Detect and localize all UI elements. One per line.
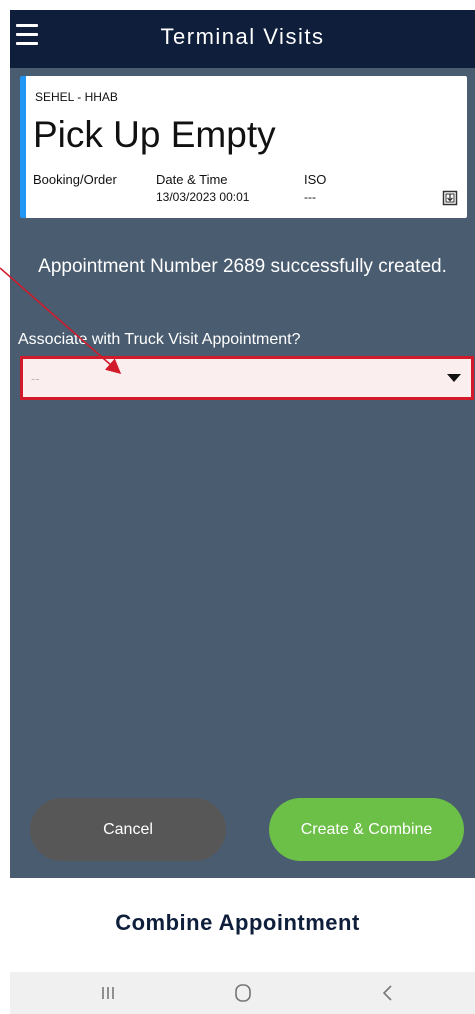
card-heading: Pick Up Empty [33,114,276,155]
export-icon[interactable] [442,190,458,206]
associate-question-label: Associate with Truck Visit Appointment? [18,331,301,348]
page-title: Terminal Visits [160,24,325,49]
success-message: Appointment Number 2689 successfully cre… [38,256,447,277]
booking-order-label: Booking/Order [33,172,117,187]
app-header: Terminal Visits [10,10,475,68]
cancel-button[interactable]: Cancel [30,798,226,861]
appointment-card: SEHEL - HHAB Pick Up Empty Booking/Order… [20,76,467,218]
chevron-down-icon [447,374,461,382]
back-icon[interactable] [368,980,408,1006]
android-nav-bar [10,972,475,1014]
iso-value: --- [304,190,316,204]
recent-apps-icon[interactable] [88,980,128,1006]
select-value: -- [31,371,40,386]
date-time-value: 13/03/2023 00:01 [156,190,250,204]
figure-caption: Combine Appointment [115,910,360,935]
truck-visit-appointment-select[interactable]: -- [20,356,474,400]
card-subtitle: SEHEL - HHAB [35,90,118,104]
main-panel: SEHEL - HHAB Pick Up Empty Booking/Order… [10,68,475,878]
create-and-combine-button[interactable]: Create & Combine [269,798,464,861]
iso-label: ISO [304,172,327,187]
home-icon[interactable] [223,980,263,1006]
date-time-label: Date & Time [156,172,228,187]
